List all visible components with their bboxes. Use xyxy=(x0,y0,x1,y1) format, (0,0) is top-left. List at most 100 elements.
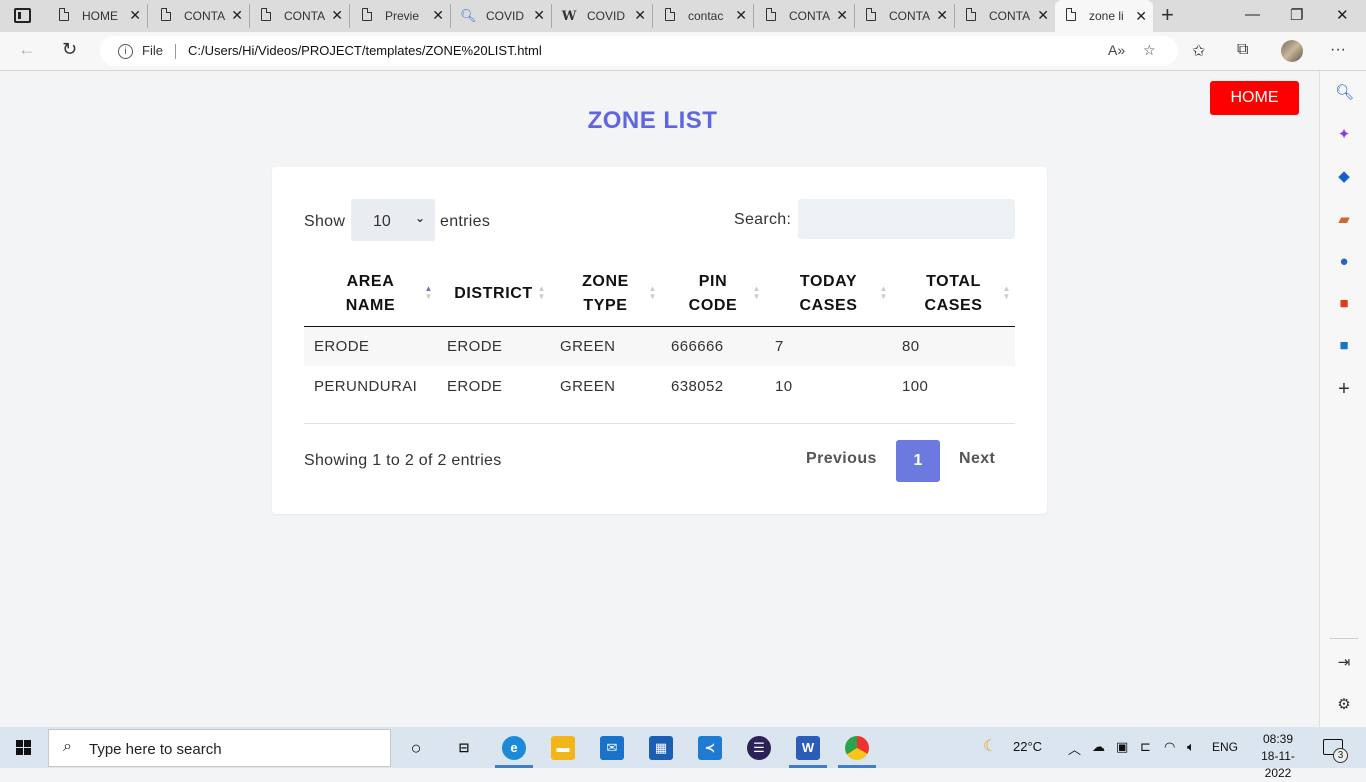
windows-start-icon[interactable] xyxy=(16,740,32,756)
previous-button[interactable]: Previous xyxy=(806,450,877,468)
sparkle-icon[interactable]: ✦ xyxy=(1335,126,1353,144)
browser-tab[interactable]: CONTA ✕ xyxy=(150,4,250,28)
add-favorite-icon[interactable]: ☆ xyxy=(1143,42,1156,59)
avatar[interactable] xyxy=(1281,40,1303,62)
browser-tab[interactable]: CONTA ✕ xyxy=(955,4,1055,28)
page-icon xyxy=(763,8,779,24)
wifi-icon[interactable]: ◠ xyxy=(1164,739,1175,755)
column-header-today-cases[interactable]: TODAY CASES ▲ ▼ xyxy=(765,263,892,327)
tab-label: HOME xyxy=(82,9,118,23)
sidebar-toggle-icon[interactable]: ⇥ xyxy=(1335,654,1353,672)
page-icon xyxy=(158,8,174,24)
gear-icon[interactable]: ⚙ xyxy=(1335,696,1353,714)
address-bar[interactable]: i File C:/Users/Hi/Videos/PROJECT/templa… xyxy=(100,36,1178,66)
refresh-icon[interactable]: ↻ xyxy=(62,39,77,60)
table-divider xyxy=(304,423,1015,424)
wikipedia-icon: W xyxy=(561,8,577,24)
minimize-icon[interactable]: — xyxy=(1245,6,1260,23)
column-header-area-name[interactable]: AREA NAME ▲ ▼ xyxy=(304,263,437,327)
close-icon[interactable]: ✕ xyxy=(1135,8,1147,25)
page-title: ZONE LIST xyxy=(587,107,718,134)
close-window-icon[interactable]: ✕ xyxy=(1336,6,1349,24)
close-icon[interactable]: ✕ xyxy=(533,7,545,24)
browser-tab[interactable]: Previe ✕ xyxy=(351,4,451,28)
close-icon[interactable]: ✕ xyxy=(432,7,444,24)
url-text[interactable]: C:/Users/Hi/Videos/PROJECT/templates/ZON… xyxy=(188,43,542,58)
add-icon[interactable]: + xyxy=(1335,379,1353,399)
mail-icon[interactable]: ✉ xyxy=(600,736,624,760)
office-icon[interactable]: ■ xyxy=(1335,295,1353,313)
restore-icon[interactable]: ❐ xyxy=(1290,6,1303,24)
store-icon[interactable]: ▦ xyxy=(649,736,673,760)
file-explorer-icon[interactable]: ▬ xyxy=(551,736,575,760)
column-header-pin-code[interactable]: PIN CODE ▲ ▼ xyxy=(661,263,765,327)
cortana-icon[interactable]: ○ xyxy=(404,736,428,760)
chrome-icon[interactable] xyxy=(845,736,869,760)
browser-tab[interactable]: 🔍︎ COVID ✕ xyxy=(452,4,552,28)
close-icon[interactable]: ✕ xyxy=(634,7,646,24)
device-icon[interactable]: ▣ xyxy=(1116,739,1128,755)
search-icon[interactable]: 🔍︎ xyxy=(1335,84,1354,102)
close-icon[interactable]: ✕ xyxy=(331,7,343,24)
info-icon[interactable]: i xyxy=(118,44,133,59)
browser-tab[interactable]: W COVID ✕ xyxy=(553,4,653,28)
eclipse-icon[interactable]: ☰ xyxy=(747,736,771,760)
cloud-icon[interactable]: ☁ xyxy=(1092,739,1105,755)
close-icon[interactable]: ✕ xyxy=(836,7,848,24)
edge-icon[interactable]: e xyxy=(502,736,526,760)
close-icon[interactable]: ✕ xyxy=(231,7,243,24)
cell-today-cases: 7 xyxy=(765,326,892,366)
taskbar-search[interactable]: ⌕ Type here to search xyxy=(48,729,391,767)
weather-temp[interactable]: 22°C xyxy=(1013,739,1042,754)
collections-icon[interactable]: ⧉ xyxy=(1237,41,1248,59)
close-icon[interactable]: ✕ xyxy=(735,7,747,24)
sort-icon: ▲ ▼ xyxy=(537,284,546,301)
tab-actions-icon[interactable] xyxy=(14,8,31,23)
browser-tab[interactable]: contac ✕ xyxy=(654,4,754,28)
tools-icon[interactable]: ▰ xyxy=(1335,211,1353,229)
word-icon[interactable]: W xyxy=(796,736,820,760)
weather-icon[interactable]: ☾ xyxy=(983,736,997,756)
browser-tab[interactable]: CONTA ✕ xyxy=(755,4,855,28)
browser-tab-active[interactable]: zone li ✕ xyxy=(1055,0,1153,32)
preview-icon xyxy=(359,8,375,24)
volume-icon[interactable]: 🔈︎ xyxy=(1187,739,1195,755)
column-header-total-cases[interactable]: TOTAL CASES ▲ ▼ xyxy=(892,263,1015,327)
page-number-button[interactable]: 1 xyxy=(896,440,940,482)
shopping-tag-icon[interactable]: ◆ xyxy=(1335,168,1353,186)
language-indicator[interactable]: ENG xyxy=(1212,740,1238,754)
cell-zone-type: GREEN xyxy=(550,326,661,366)
column-header-zone-type[interactable]: ZONE TYPE ▲ ▼ xyxy=(550,263,661,327)
close-icon[interactable]: ✕ xyxy=(129,7,141,24)
browser-tab-strip: HOME ✕ CONTA ✕ CONTA ✕ Previe ✕ 🔍︎ COVID… xyxy=(0,0,1366,32)
vscode-icon[interactable]: ≺ xyxy=(698,736,722,760)
zone-table-card: Show 10 ⌄ entries Search: AREA NAME ▲ ▼ DI… xyxy=(272,167,1047,514)
search-input[interactable] xyxy=(798,199,1015,239)
entries-select-value: 10 xyxy=(373,213,391,230)
address-toolbar: ← ↻ i File C:/Users/Hi/Videos/PROJECT/te… xyxy=(0,32,1366,71)
read-aloud-icon[interactable]: A» xyxy=(1108,42,1125,58)
more-icon[interactable]: ··· xyxy=(1330,41,1346,59)
outlook-icon[interactable]: ■ xyxy=(1335,337,1353,355)
zone-table: AREA NAME ▲ ▼ DISTRICT ▲ ▼ ZONE TYPE ▲ ▼ PIN C… xyxy=(304,263,1015,406)
chevron-up-icon[interactable]: ︿ xyxy=(1068,739,1081,758)
network-icon[interactable]: ⊏ xyxy=(1140,739,1151,755)
column-header-district[interactable]: DISTRICT ▲ ▼ xyxy=(437,263,550,327)
tab-label: Previe xyxy=(385,9,420,23)
back-icon[interactable]: ← xyxy=(18,39,36,60)
browser-tab[interactable]: CONTA ✕ xyxy=(250,4,350,28)
games-icon[interactable]: ● xyxy=(1335,253,1353,271)
task-view-icon[interactable]: ⊟ xyxy=(452,736,476,760)
next-button[interactable]: Next xyxy=(959,450,995,468)
browser-tab[interactable]: CONTA ✕ xyxy=(855,4,955,28)
clock[interactable]: 08:39 18-11-2022 xyxy=(1252,731,1304,782)
clock-time: 08:39 xyxy=(1262,732,1294,746)
new-tab-icon[interactable]: + xyxy=(1161,4,1174,26)
entries-select[interactable]: 10 ⌄ xyxy=(351,199,435,241)
close-icon[interactable]: ✕ xyxy=(1037,7,1049,24)
favorites-icon[interactable]: ✩ xyxy=(1192,41,1205,61)
close-icon[interactable]: ✕ xyxy=(936,7,948,24)
page-icon xyxy=(863,8,879,24)
chevron-down-icon: ⌄ xyxy=(414,211,425,225)
browser-tab[interactable]: HOME ✕ xyxy=(48,4,148,28)
